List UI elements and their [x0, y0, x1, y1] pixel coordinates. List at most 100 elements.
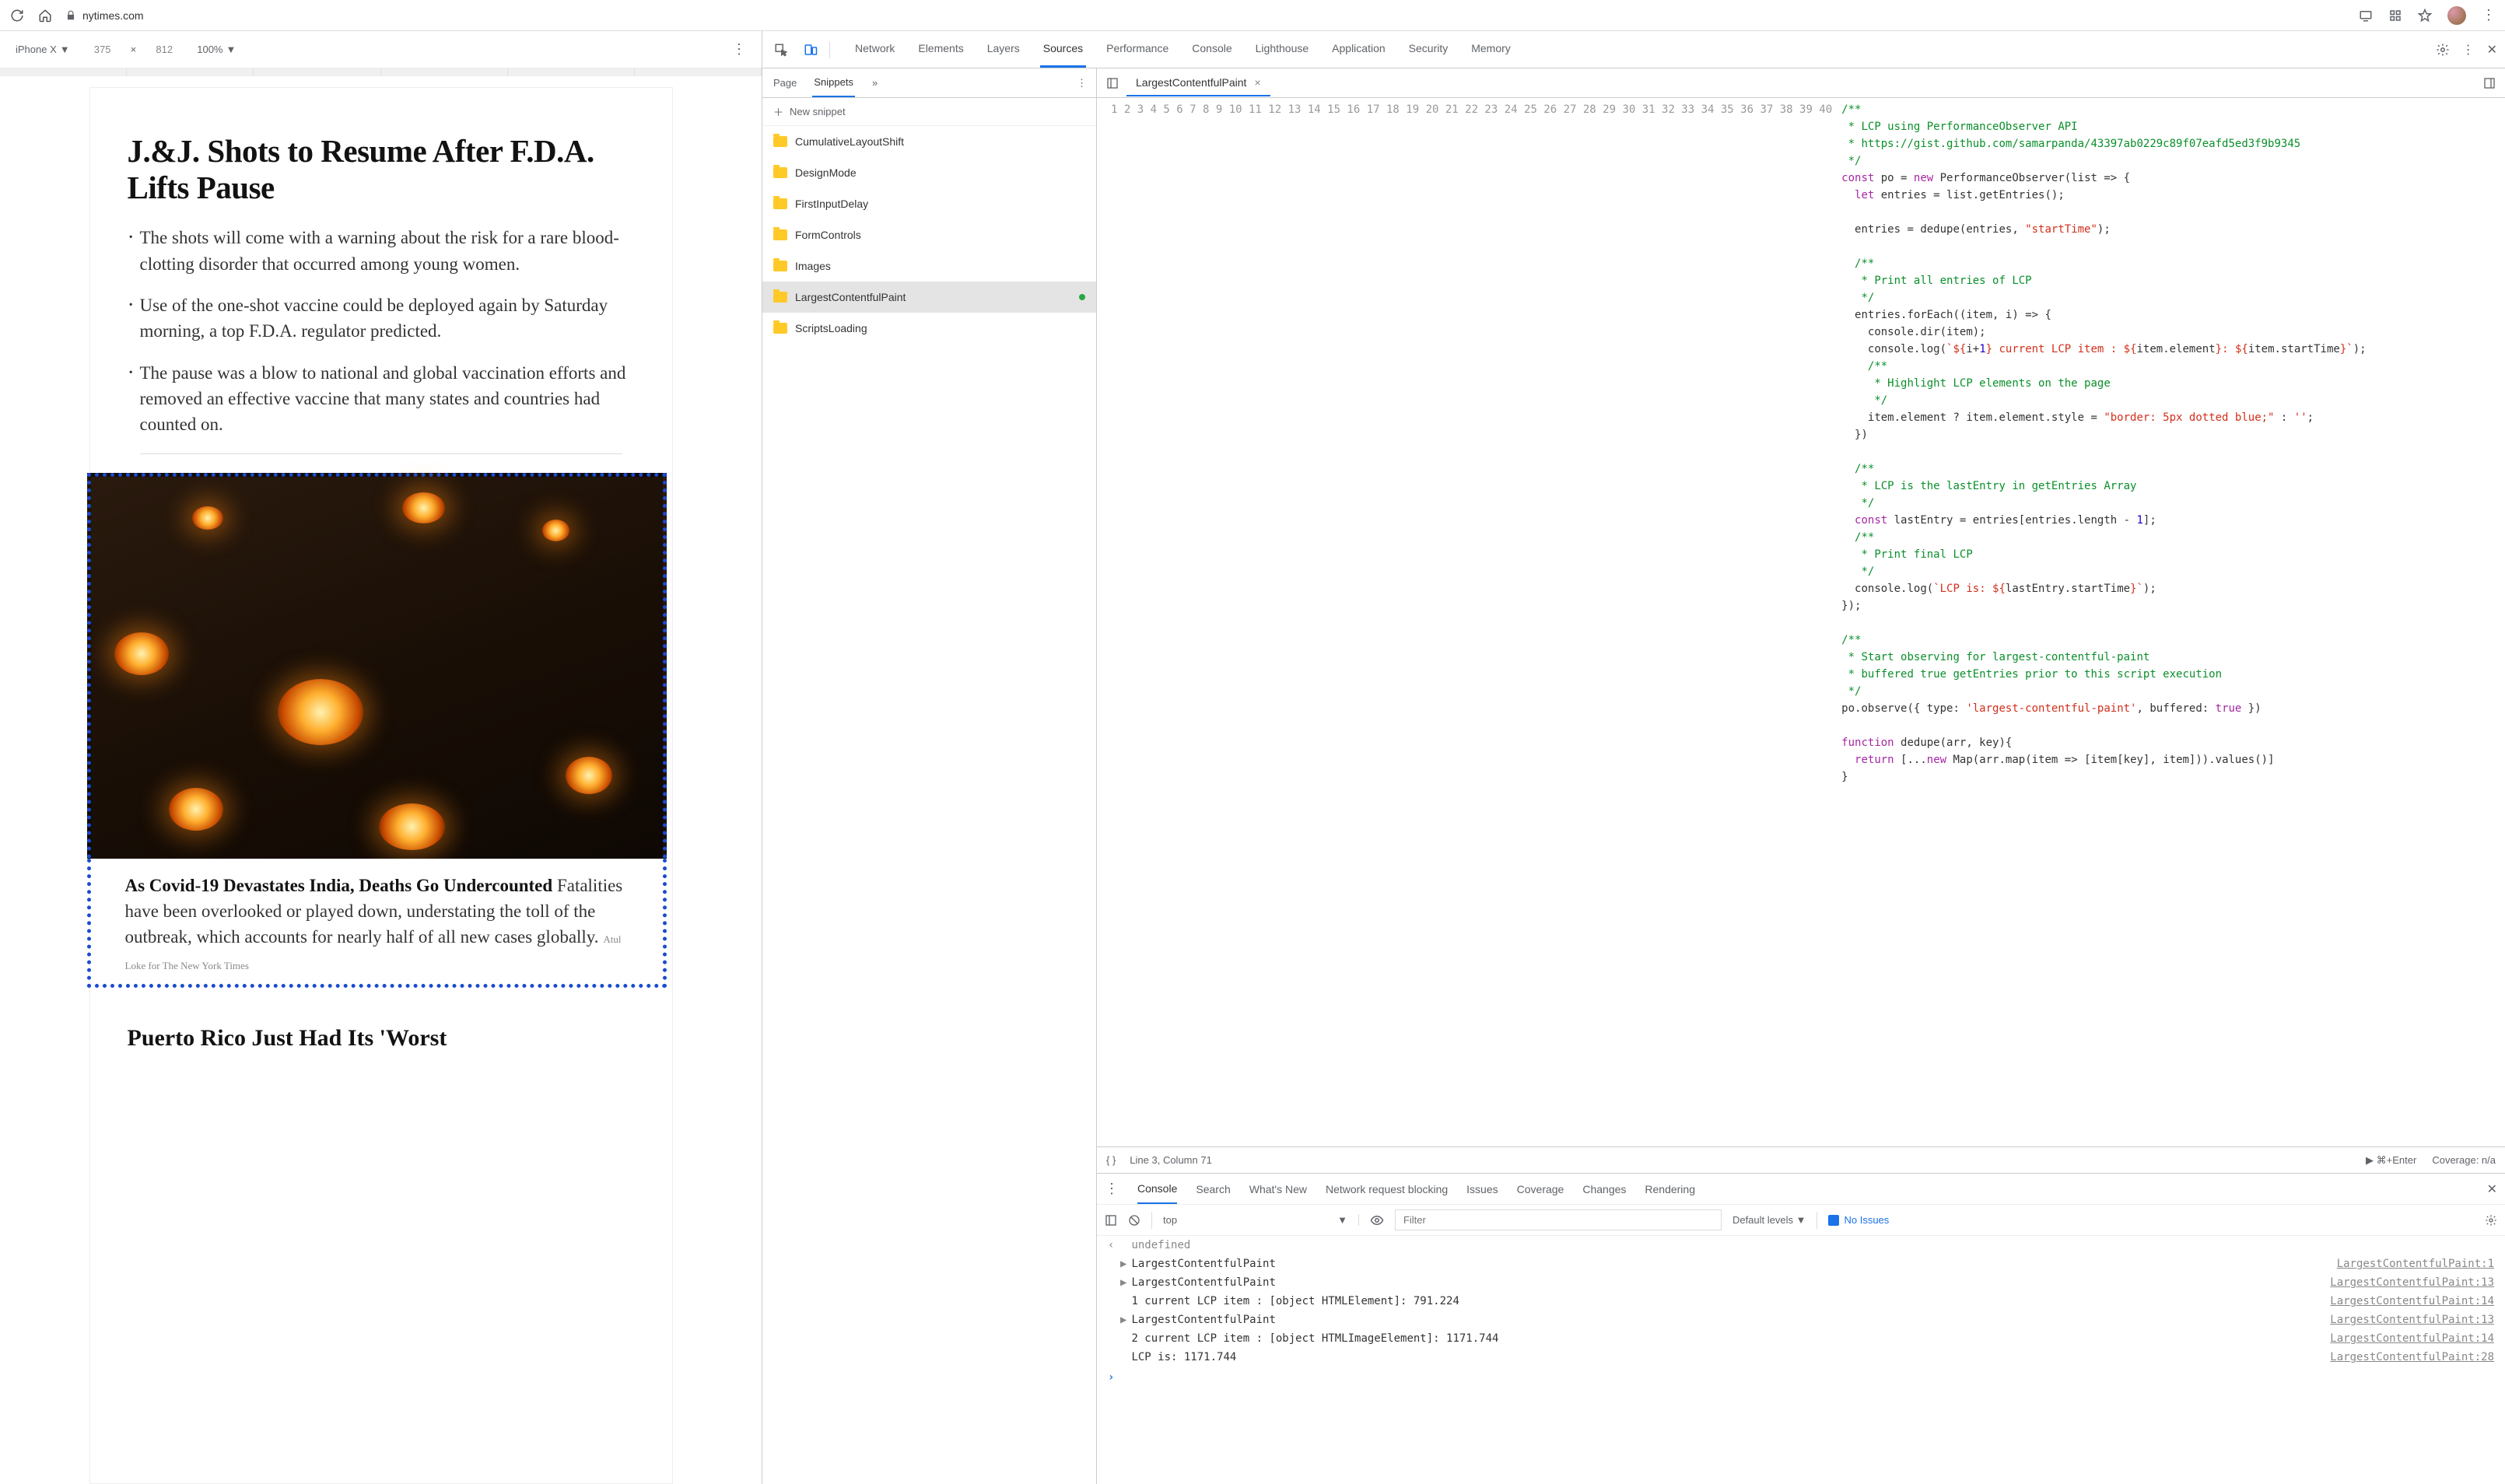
- tab-network[interactable]: Network: [852, 31, 898, 68]
- reload-icon[interactable]: [9, 8, 25, 23]
- chevron-down-icon: ▼: [60, 44, 70, 55]
- kebab-icon[interactable]: ⋮: [1077, 77, 1087, 89]
- inspect-icon[interactable]: [770, 39, 792, 61]
- tab-sources[interactable]: Sources: [1040, 31, 1086, 68]
- ctab-search[interactable]: Search: [1196, 1183, 1230, 1195]
- url-bar[interactable]: nytimes.com: [65, 9, 2346, 22]
- cast-icon[interactable]: [2359, 9, 2373, 23]
- zoom-select[interactable]: 100% ▼: [197, 44, 236, 55]
- close-icon[interactable]: ✕: [2487, 1181, 2497, 1197]
- editor-statusbar: { } Line 3, Column 71 ▶ ⌘+Enter Coverage…: [1097, 1146, 2505, 1173]
- file-tab[interactable]: LargestContentfulPaint ×: [1126, 70, 1270, 96]
- divider: [829, 41, 830, 58]
- console-row[interactable]: 1 current LCP item : [object HTMLElement…: [1097, 1292, 2505, 1311]
- chevron-down-icon: ▼: [1337, 1214, 1347, 1226]
- filter-input[interactable]: [1395, 1209, 1722, 1230]
- snippet-icon: [773, 292, 787, 303]
- ctab-console[interactable]: Console: [1137, 1174, 1177, 1204]
- clear-icon[interactable]: [1128, 1214, 1140, 1227]
- console-output[interactable]: ‹ undefined▶LargestContentfulPaintLarges…: [1097, 1236, 2505, 1484]
- tab-layers[interactable]: Layers: [984, 31, 1023, 68]
- snippet-icon: [773, 167, 787, 178]
- tab-page[interactable]: Page: [772, 69, 798, 96]
- modified-indicator: [1079, 294, 1085, 300]
- console-prompt[interactable]: ›: [1097, 1367, 2505, 1388]
- ctab-rendering[interactable]: Rendering: [1645, 1183, 1695, 1195]
- tab-memory[interactable]: Memory: [1468, 31, 1514, 68]
- collapse-icon[interactable]: [2480, 74, 2499, 93]
- ctab-coverage[interactable]: Coverage: [1517, 1183, 1564, 1195]
- zoom-value: 100%: [197, 44, 222, 55]
- settings-icon[interactable]: [2436, 43, 2450, 57]
- no-issues-label: No Issues: [1844, 1214, 1889, 1226]
- console-row[interactable]: ▶LargestContentfulPaintLargestContentful…: [1097, 1311, 2505, 1329]
- story-image[interactable]: [87, 473, 667, 859]
- snippet-icon: [773, 323, 787, 334]
- tab-elements[interactable]: Elements: [915, 31, 966, 68]
- run-hint[interactable]: ▶ ⌘+Enter: [2366, 1154, 2416, 1167]
- snippet-item[interactable]: CumulativeLayoutShift: [762, 126, 1096, 157]
- file-tab-label: LargestContentfulPaint: [1136, 76, 1246, 89]
- snippet-icon: [773, 229, 787, 240]
- url-text: nytimes.com: [82, 9, 144, 22]
- snippet-item[interactable]: FormControls: [762, 219, 1096, 250]
- devtools: Network Elements Layers Sources Performa…: [762, 31, 2505, 1484]
- ctab-netblock[interactable]: Network request blocking: [1326, 1183, 1448, 1195]
- snippet-item[interactable]: FirstInputDelay: [762, 188, 1096, 219]
- snippet-item[interactable]: Images: [762, 250, 1096, 282]
- menu-icon[interactable]: ⋮: [2482, 7, 2496, 23]
- profile-avatar[interactable]: [2447, 6, 2466, 25]
- console-row[interactable]: ▶LargestContentfulPaintLargestContentful…: [1097, 1255, 2505, 1273]
- context-select[interactable]: top ▼: [1163, 1214, 1359, 1226]
- code-editor[interactable]: 1 2 3 4 5 6 7 8 9 10 11 12 13 14 15 16 1…: [1097, 98, 2505, 1146]
- ctab-issues[interactable]: Issues: [1466, 1183, 1498, 1195]
- context-label: top: [1163, 1214, 1177, 1226]
- snippet-icon: [773, 261, 787, 271]
- next-article-headline[interactable]: Puerto Rico Just Had Its 'Worst: [90, 988, 672, 1052]
- bullet-item: The shots will come with a warning about…: [128, 225, 635, 277]
- console-drawer: ⋮ Console Search What's New Network requ…: [1097, 1173, 2505, 1484]
- console-tabs: ⋮ Console Search What's New Network requ…: [1097, 1174, 2505, 1205]
- no-issues-badge[interactable]: No Issues: [1828, 1214, 1889, 1226]
- nav-toggle-icon[interactable]: [1103, 74, 1122, 93]
- close-icon[interactable]: ✕: [2487, 42, 2497, 58]
- live-expression-icon[interactable]: [1370, 1213, 1384, 1227]
- tab-snippets[interactable]: Snippets: [812, 68, 855, 97]
- device-select[interactable]: iPhone X ▼: [16, 44, 70, 55]
- device-toggle-icon[interactable]: [800, 39, 822, 61]
- expand-icon[interactable]: »: [872, 77, 878, 89]
- ctab-whatsnew[interactable]: What's New: [1249, 1183, 1307, 1195]
- new-snippet-button[interactable]: ＋ New snippet: [762, 98, 1096, 126]
- more-icon[interactable]: ⋮: [2462, 42, 2475, 58]
- height-input[interactable]: 812: [142, 44, 186, 55]
- kebab-icon[interactable]: ⋮: [1105, 1181, 1119, 1197]
- width-input[interactable]: 375: [81, 44, 124, 55]
- sidebar-toggle-icon[interactable]: [1105, 1214, 1117, 1227]
- ctab-changes[interactable]: Changes: [1582, 1183, 1626, 1195]
- console-row[interactable]: ‹ undefined: [1097, 1236, 2505, 1255]
- console-row[interactable]: LCP is: 1171.744LargestContentfulPaint:2…: [1097, 1348, 2505, 1367]
- snippet-item-selected[interactable]: LargestContentfulPaint: [762, 282, 1096, 313]
- tab-lighthouse[interactable]: Lighthouse: [1252, 31, 1312, 68]
- emulated-page: J.&J. Shots to Resume After F.D.A. Lifts…: [89, 87, 673, 1484]
- tab-performance[interactable]: Performance: [1103, 31, 1172, 68]
- article-headline[interactable]: J.&J. Shots to Resume After F.D.A. Lifts…: [128, 133, 635, 206]
- snippet-label: Images: [795, 260, 831, 272]
- format-icon[interactable]: { }: [1106, 1154, 1116, 1166]
- settings-icon[interactable]: [2485, 1214, 2497, 1227]
- story-summary[interactable]: As Covid-19 Devastates India, Deaths Go …: [87, 859, 667, 988]
- snippet-item[interactable]: ScriptsLoading: [762, 313, 1096, 344]
- home-icon[interactable]: [37, 8, 53, 23]
- snippet-item[interactable]: DesignMode: [762, 157, 1096, 188]
- tab-application[interactable]: Application: [1329, 31, 1389, 68]
- console-row[interactable]: ▶LargestContentfulPaintLargestContentful…: [1097, 1273, 2505, 1292]
- star-icon[interactable]: [2418, 9, 2432, 23]
- kebab-icon[interactable]: ⋮: [732, 41, 746, 58]
- close-icon[interactable]: ×: [1254, 76, 1260, 89]
- console-row[interactable]: 2 current LCP item : [object HTMLImageEl…: [1097, 1329, 2505, 1348]
- extensions-icon[interactable]: [2388, 9, 2402, 23]
- levels-select[interactable]: Default levels ▼: [1732, 1214, 1806, 1226]
- tab-security[interactable]: Security: [1406, 31, 1452, 68]
- tab-console[interactable]: Console: [1189, 31, 1235, 68]
- device-emulation-pane: iPhone X ▼ 375 × 812 100% ▼ ⋮ J.&J. Shot…: [0, 31, 762, 1484]
